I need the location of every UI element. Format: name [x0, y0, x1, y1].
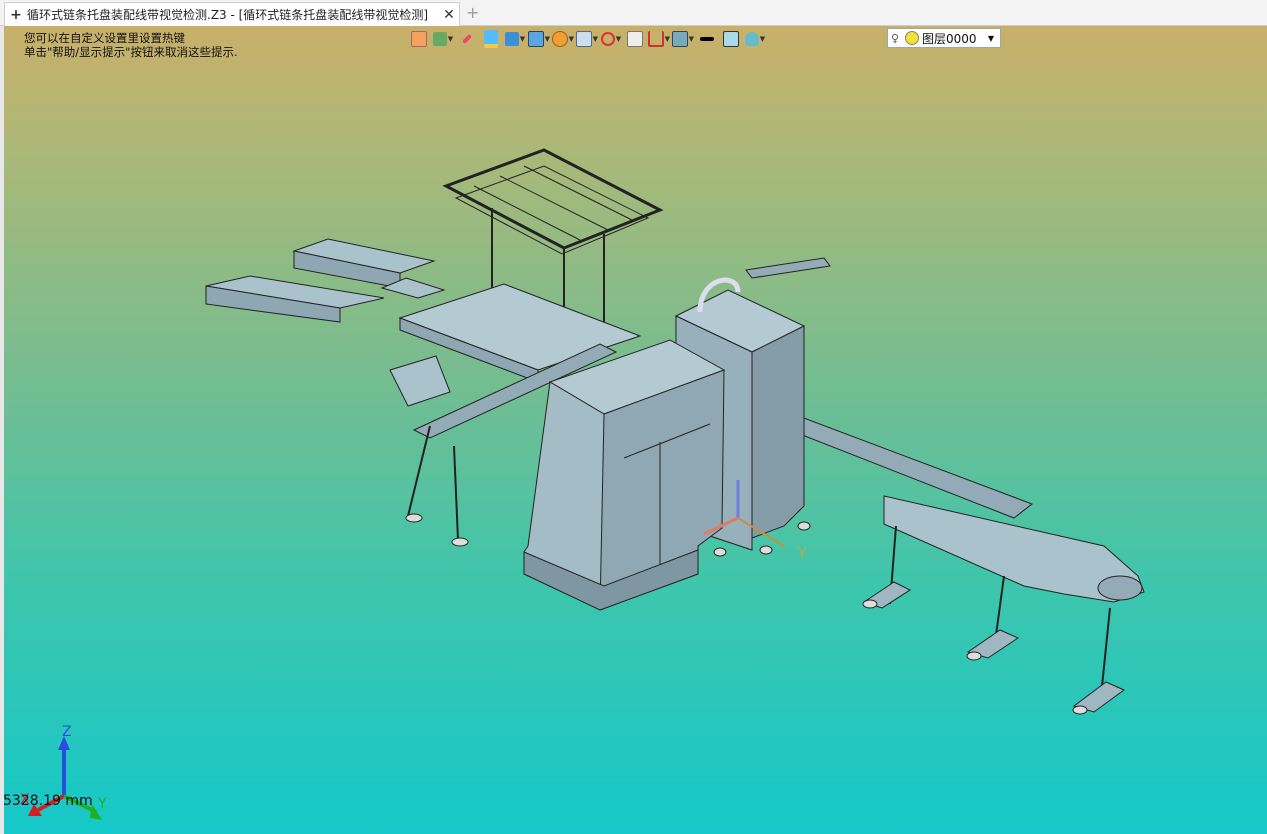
tab-add-icon: +: [10, 6, 22, 23]
assembly-model: [28, 148, 1145, 820]
tab-close-icon[interactable]: ✕: [439, 7, 459, 23]
axis-z-label: Z: [62, 724, 72, 740]
document-tab[interactable]: + 循环式链条托盘装配线带视觉检测.Z3 - [循环式链条托盘装配线带视觉检测]…: [4, 2, 460, 26]
new-tab-button[interactable]: +: [466, 3, 479, 22]
tab-title: 循环式链条托盘装配线带视觉检测.Z3 - [循环式链条托盘装配线带视觉检测]: [27, 8, 428, 22]
local-y-label: Y: [798, 546, 807, 562]
axis-y-label: Y: [98, 796, 107, 812]
scale-readout: 5328.19 mm: [3, 793, 93, 809]
3d-viewport[interactable]: 您可以在自定义设置里设置热键 单击"帮助/显示提示"按钮来取消这些提示. ▼ ▼…: [4, 26, 1267, 834]
tab-bar: + 循环式链条托盘装配线带视觉检测.Z3 - [循环式链条托盘装配线带视觉检测]…: [0, 0, 1267, 26]
